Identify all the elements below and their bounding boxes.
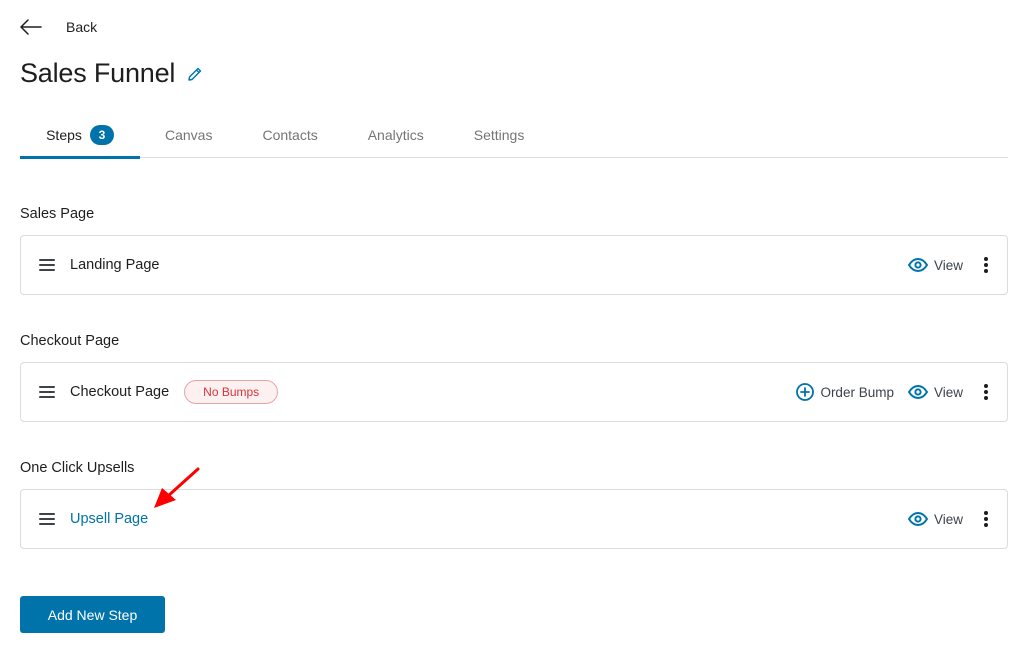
tab-canvas[interactable]: Canvas (140, 112, 237, 158)
section-title-one-click-upsells: One Click Upsells (20, 460, 135, 476)
drag-handle-icon[interactable] (39, 513, 55, 525)
drag-handle-icon[interactable] (39, 386, 55, 398)
tab-settings[interactable]: Settings (449, 112, 550, 158)
tab-canvas-label: Canvas (165, 127, 213, 143)
view-label: View (933, 257, 963, 273)
annotation-arrow-icon (154, 467, 200, 508)
tab-analytics-label: Analytics (367, 127, 424, 143)
back-label: Back (66, 19, 98, 35)
tab-bar: Steps 3 Canvas Contacts Analytics Settin… (20, 112, 1008, 159)
tab-steps[interactable]: Steps 3 (20, 112, 140, 159)
tab-analytics[interactable]: Analytics (343, 112, 449, 158)
tab-steps-label: Steps (46, 127, 82, 143)
step-card-landing-page: Landing Page View (20, 235, 1008, 295)
add-new-step-button[interactable]: Add New Step (20, 596, 165, 633)
step-name[interactable]: Landing Page (70, 257, 160, 273)
plus-circle-icon (796, 383, 815, 401)
eye-icon (907, 512, 928, 526)
view-label: View (933, 511, 963, 527)
steps-count-badge: 3 (89, 125, 114, 145)
step-name[interactable]: Checkout Page (70, 384, 169, 400)
view-button[interactable]: View (907, 257, 963, 273)
title-row: Sales Funnel (20, 58, 203, 89)
section-title-sales-page: Sales Page (20, 206, 95, 222)
no-bumps-badge: No Bumps (184, 380, 279, 404)
order-bump-button[interactable]: Order Bump (796, 383, 894, 401)
more-options-icon[interactable] (981, 509, 991, 529)
drag-handle-icon[interactable] (39, 259, 55, 271)
step-name-link[interactable]: Upsell Page (70, 511, 148, 527)
page-title: Sales Funnel (20, 58, 176, 88)
eye-icon (907, 385, 928, 399)
more-options-icon[interactable] (981, 255, 991, 275)
tab-contacts[interactable]: Contacts (237, 112, 342, 158)
eye-icon (907, 258, 928, 272)
order-bump-label: Order Bump (820, 384, 894, 400)
step-card-checkout-page: Checkout Page No Bumps Order Bump View (20, 362, 1008, 422)
tab-settings-label: Settings (473, 127, 525, 143)
view-label: View (933, 384, 963, 400)
tab-contacts-label: Contacts (262, 127, 318, 143)
pencil-icon[interactable] (187, 66, 203, 82)
view-button[interactable]: View (907, 384, 963, 400)
view-button[interactable]: View (907, 511, 963, 527)
more-options-icon[interactable] (981, 382, 991, 402)
back-button[interactable]: Back (20, 16, 97, 38)
arrow-left-icon (20, 19, 42, 35)
section-title-checkout-page: Checkout Page (20, 333, 120, 349)
